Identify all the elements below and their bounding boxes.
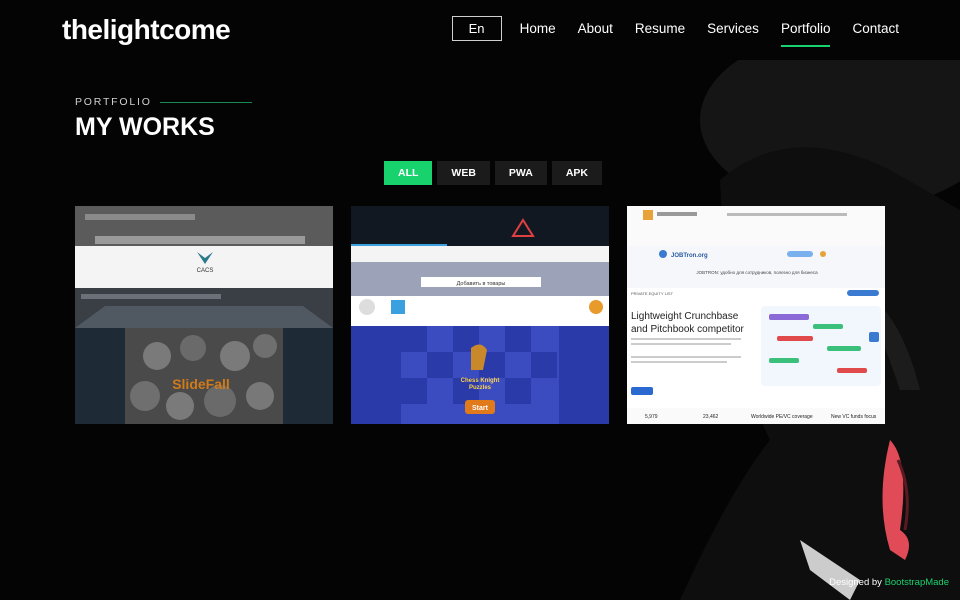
section-subtitle-line <box>159 101 252 103</box>
section-subtitle: PORTFOLIO <box>75 96 252 108</box>
card3-headline-2: and Pitchbook competitor <box>631 324 745 335</box>
section-title: MY WORKS <box>75 113 215 141</box>
main-nav: En Home About Resume Services Portfolio … <box>451 16 899 47</box>
filter-pwa[interactable]: PWA <box>494 161 547 185</box>
card3-site-name: PRIVATE EQUITY LIST <box>631 291 674 296</box>
card3-stat-1: 5,979 <box>645 414 658 420</box>
portfolio-filters: ALL WEB PWA APK <box>384 161 607 185</box>
credits-link[interactable]: BootstrapMade <box>885 577 949 588</box>
nav-contact[interactable]: Contact <box>852 17 899 40</box>
filter-all[interactable]: ALL <box>384 161 433 185</box>
card2-start-label: Start <box>472 405 489 412</box>
card3-headline-1: Lightweight Crunchbase <box>631 311 739 322</box>
nav-home[interactable]: Home <box>520 17 556 40</box>
portfolio-item-1-thumbnail: CACS SlideFall <box>75 206 333 424</box>
card3-stat-2: 23,462 <box>703 414 719 420</box>
credits-prefix: Designed by <box>829 577 882 588</box>
card2-search-button: Добавить в товары <box>457 281 506 287</box>
footer-credits: Designed by BootstrapMade <box>829 577 949 588</box>
card1-caas-label: CACS <box>197 268 214 274</box>
nav-resume[interactable]: Resume <box>635 17 685 40</box>
card3-tagline: JOBTRON: удобно для сотрудников, полезно… <box>696 270 818 275</box>
portfolio-item-1[interactable]: CACS SlideFall <box>75 206 333 424</box>
nav-portfolio[interactable]: Portfolio <box>780 17 830 47</box>
portfolio-item-2[interactable]: Добавить в товары Chess Knight Puzzles S… <box>351 206 609 424</box>
nav-services[interactable]: Services <box>707 17 759 40</box>
card3-stat-4: New VC funds focus <box>831 414 877 420</box>
language-button[interactable]: En <box>451 16 502 41</box>
portfolio-item-2-thumbnail: Добавить в товары Chess Knight Puzzles S… <box>351 206 609 424</box>
card3-stat-3: Worldwide PE/VC coverage <box>751 414 813 420</box>
card1-game-title: SlideFall <box>172 376 230 392</box>
filter-web[interactable]: WEB <box>437 161 490 185</box>
card2-game-title-1: Chess Knight <box>461 378 500 384</box>
portfolio-item-3[interactable]: JOBTron.org JOBTRON: удобно для сотрудни… <box>627 206 885 424</box>
site-header: thelightcome En Home About Resume Servic… <box>0 0 960 62</box>
filter-apk[interactable]: APK <box>551 161 603 185</box>
site-logo[interactable]: thelightcome <box>62 14 231 46</box>
section-subtitle-text: PORTFOLIO <box>75 96 152 108</box>
card2-game-title-2: Puzzles <box>469 385 492 391</box>
card3-brand: JOBTron.org <box>671 253 708 259</box>
portfolio-item-3-thumbnail: JOBTron.org JOBTRON: удобно для сотрудни… <box>627 206 885 424</box>
nav-about[interactable]: About <box>578 17 613 40</box>
